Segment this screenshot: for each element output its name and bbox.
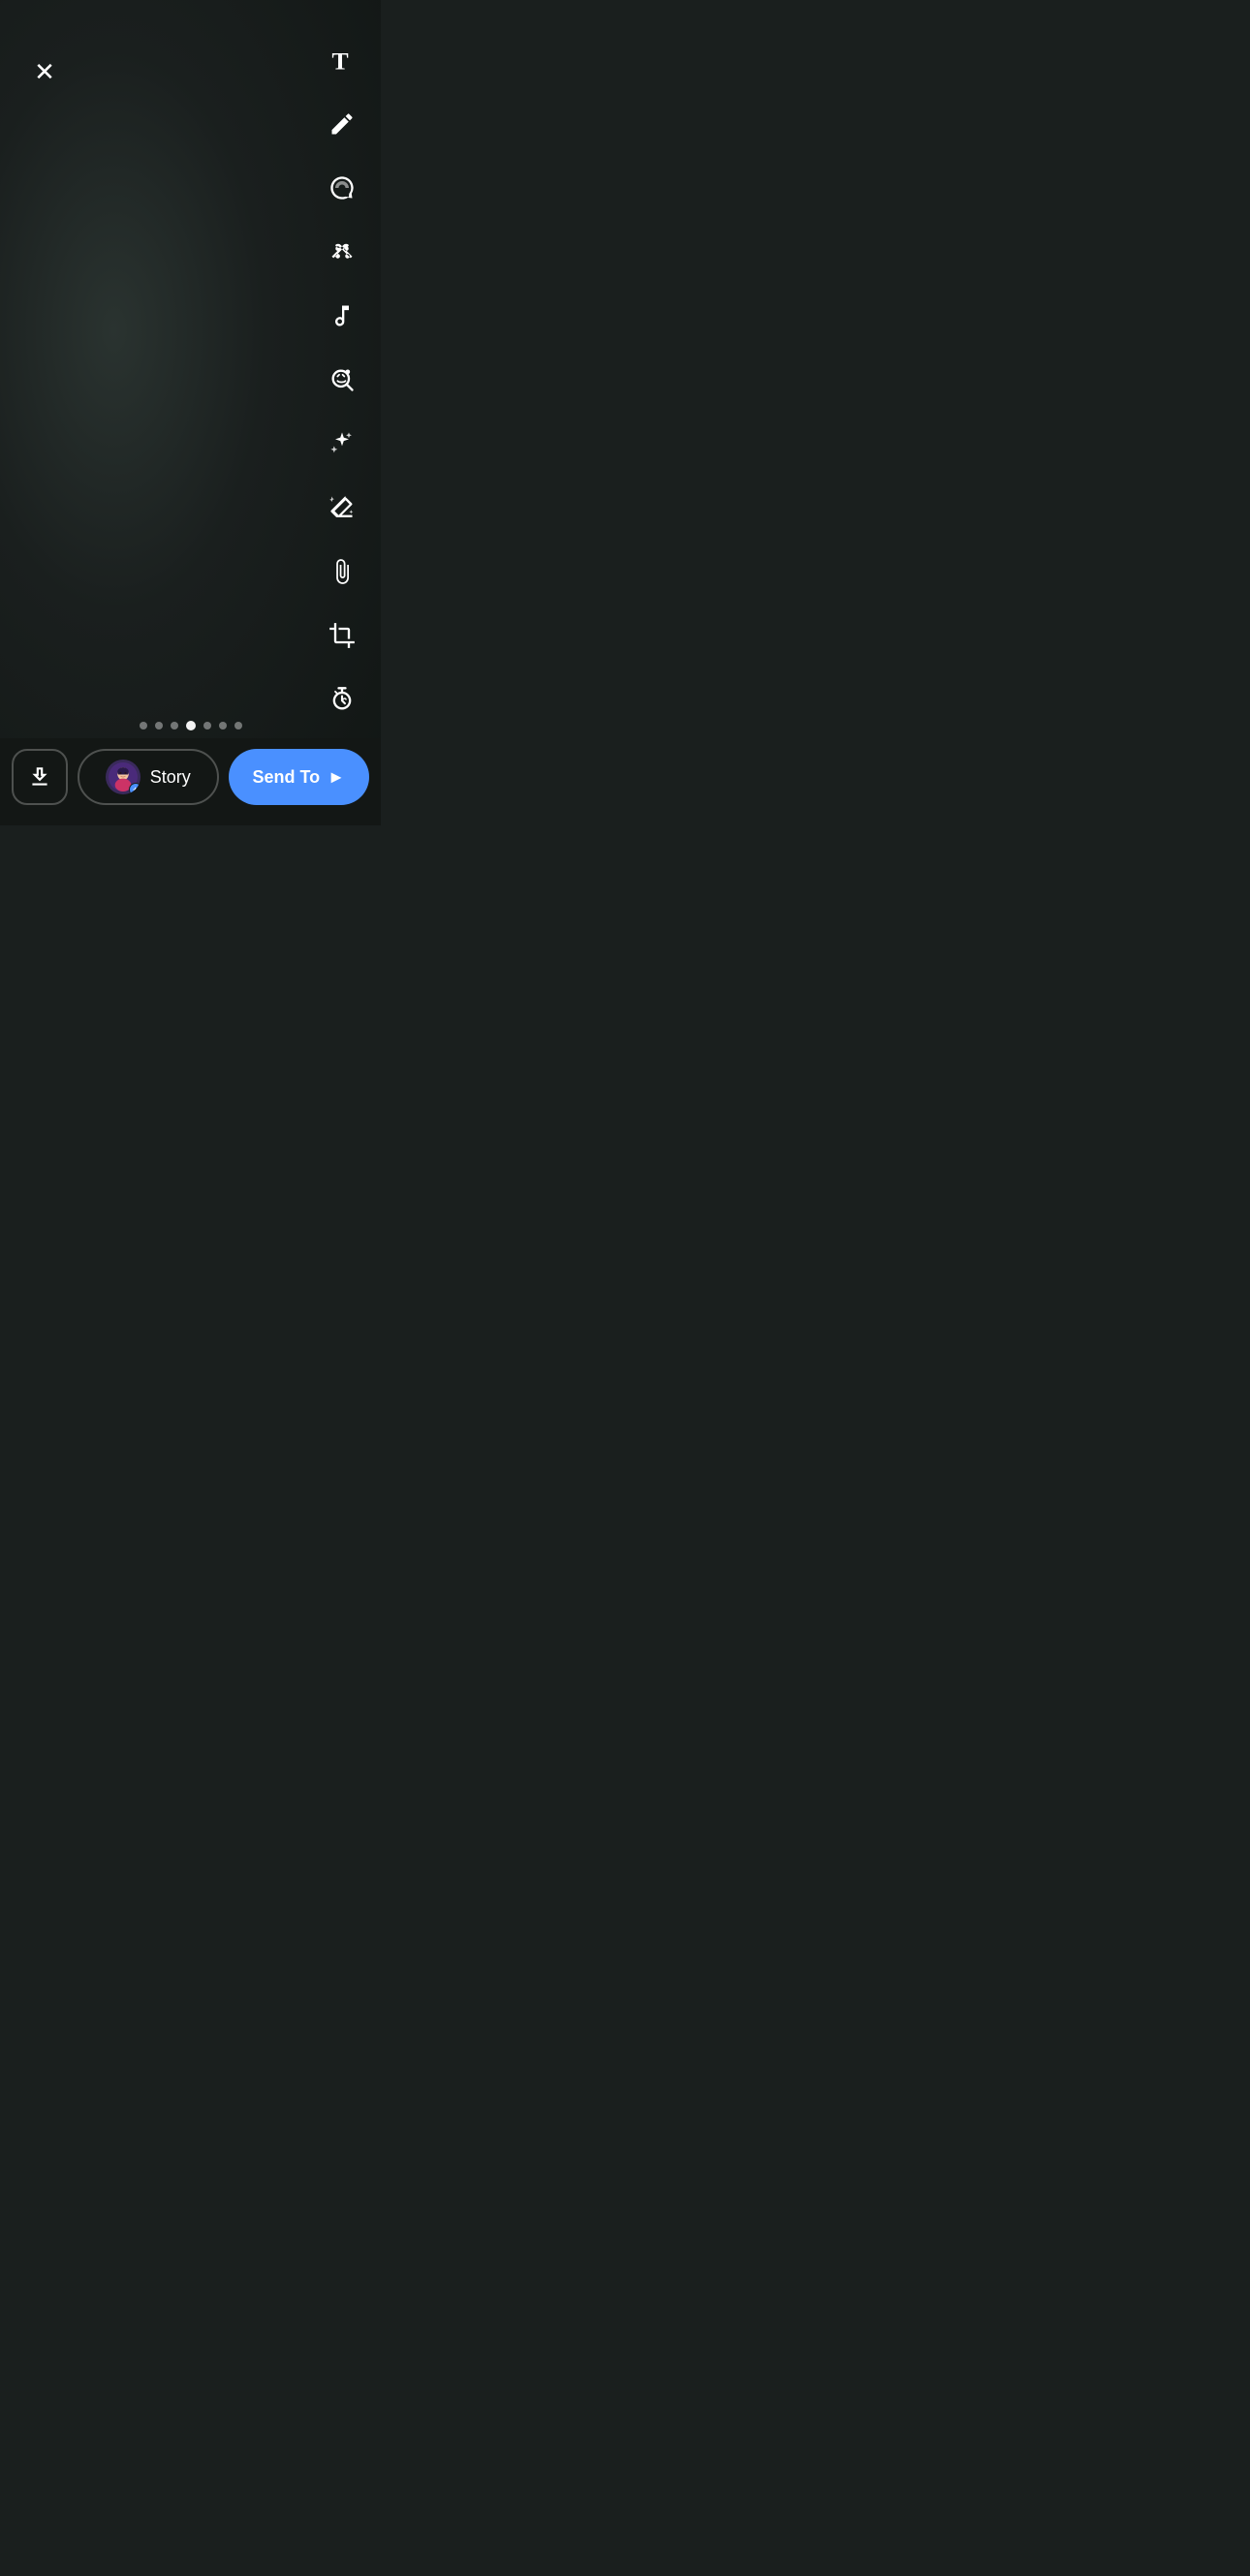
avatar: + [106, 760, 141, 794]
right-toolbar: T [321, 39, 363, 721]
close-button[interactable]: ✕ [23, 50, 66, 93]
dot-2[interactable] [155, 722, 163, 729]
download-button[interactable] [12, 749, 68, 805]
ai-eraser-tool-button[interactable] [321, 486, 363, 529]
ai-eraser-icon [328, 494, 356, 521]
music-tool-button[interactable] [321, 295, 363, 337]
dot-5[interactable] [203, 722, 211, 729]
music-icon [328, 302, 356, 329]
dot-3[interactable] [171, 722, 178, 729]
timer-icon [328, 686, 356, 713]
crop-icon [328, 622, 356, 649]
story-label: Story [150, 767, 191, 788]
send-arrow-icon: ► [328, 767, 345, 788]
sticker-tool-button[interactable] [321, 167, 363, 209]
svg-text:T: T [332, 47, 349, 74]
timer-tool-button[interactable] [321, 678, 363, 721]
close-icon: ✕ [34, 59, 55, 84]
dot-7[interactable] [234, 722, 242, 729]
send-to-button[interactable]: Send To ► [229, 749, 370, 805]
ai-sparkles-tool-button[interactable] [321, 422, 363, 465]
sticker-icon [328, 174, 356, 202]
bottom-bar: + Story Send To ► [0, 738, 381, 825]
pencil-icon [328, 110, 356, 138]
sparkles-icon [328, 430, 356, 457]
lens-icon [328, 366, 356, 393]
paperclip-icon [328, 558, 356, 585]
send-to-label: Send To [253, 767, 321, 788]
story-button[interactable]: + Story [78, 749, 219, 805]
text-icon: T [328, 47, 356, 74]
scissors-tool-button[interactable] [321, 231, 363, 273]
scissors-icon [328, 238, 356, 265]
dot-6[interactable] [219, 722, 227, 729]
lens-tool-button[interactable] [321, 358, 363, 401]
text-tool-button[interactable]: T [321, 39, 363, 81]
paperclip-tool-button[interactable] [321, 550, 363, 593]
dot-1[interactable] [140, 722, 147, 729]
crop-tool-button[interactable] [321, 614, 363, 657]
download-icon [27, 764, 52, 790]
dot-4-active[interactable] [186, 721, 196, 730]
pagination-dots [140, 721, 242, 730]
add-to-story-badge: + [129, 783, 141, 794]
draw-tool-button[interactable] [321, 103, 363, 145]
